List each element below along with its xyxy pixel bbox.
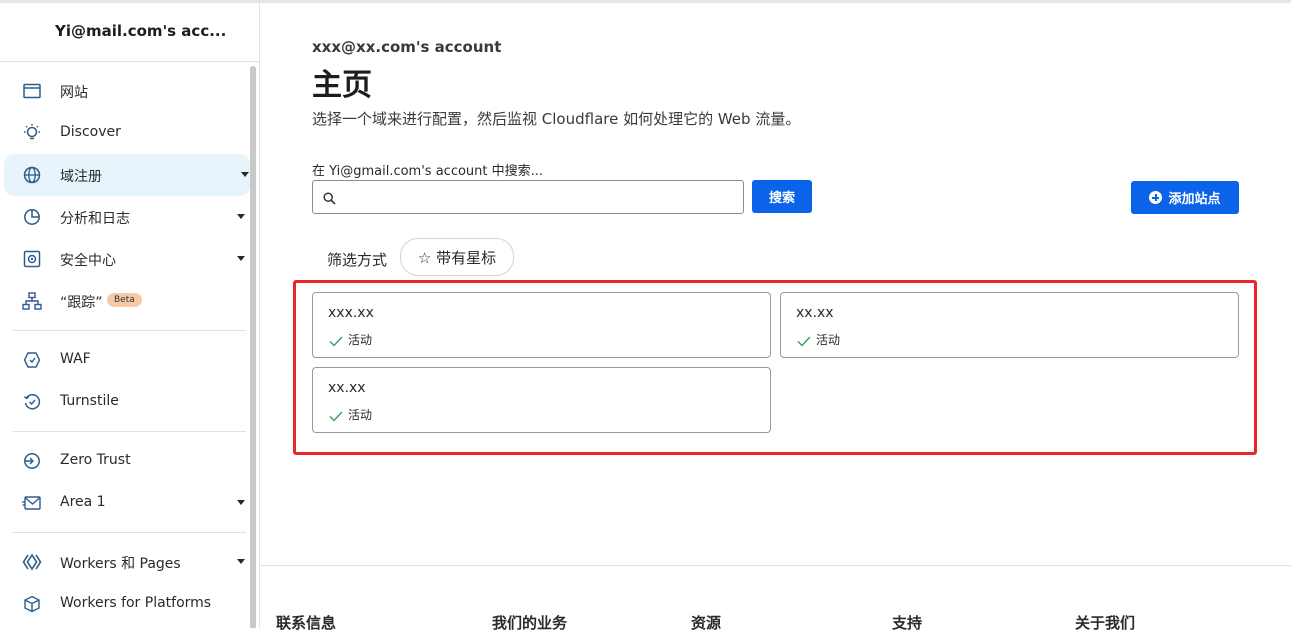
sidebar-item-label: “跟踪” [60,295,103,311]
globe-icon [22,165,42,185]
sidebar-item-label: 分析和日志 [60,211,130,227]
chevron-down-icon[interactable] [241,172,249,177]
search-button[interactable]: 搜索 [752,180,812,213]
chevron-down-icon[interactable] [237,559,245,564]
sidebar-item-domain-registration[interactable]: 域注册 [4,154,250,196]
main-content: xxx@xx.com's account 主页 选择一个域来进行配置，然后监视 … [260,3,1291,632]
site-card[interactable]: xxx.xx 活动 [312,292,771,358]
sidebar-item-label: Workers 和 Pages [60,556,181,572]
footer-heading-support: 支持 [892,614,923,632]
site-status: 活动 [816,333,841,347]
zero-trust-icon [22,451,42,471]
check-icon [329,332,343,351]
filter-label: 筛选方式 [327,251,388,269]
sidebar-item-label: Workers for Platforms [60,595,212,611]
sidebar-scrollbar[interactable] [250,66,256,628]
page-subtitle: 选择一个域来进行配置，然后监视 Cloudflare 如何处理它的 Web 流量… [312,110,801,128]
security-center-icon [22,249,42,269]
account-name: Yi@mail.com's acc... [55,22,227,40]
search-input[interactable] [343,185,737,211]
sidebar-item-label: Turnstile [60,393,119,409]
sidebar-item-label: Discover [60,124,121,140]
site-domain: xx.xx [796,305,834,321]
sidebar-item-label: WAF [60,351,91,367]
chevron-down-icon[interactable] [237,256,245,261]
search-field[interactable] [312,180,744,214]
starred-filter-chip[interactable]: ☆ 带有星标 [400,238,514,276]
lightbulb-icon [22,123,42,143]
sidebar-item-workers-platforms[interactable]: Workers for Platforms [0,583,250,625]
turnstile-icon [22,392,42,412]
sidebar-item-turnstile[interactable]: Turnstile [0,381,250,423]
search-icon [323,190,336,209]
check-icon [329,407,343,426]
site-domain: xxx.xx [328,305,374,321]
site-status: 活动 [348,408,373,422]
footer-heading-business: 我们的业务 [492,614,568,632]
workers-icon [22,552,42,572]
sidebar-item-label: Zero Trust [60,452,131,468]
sidebar-item-analytics-logs[interactable]: 分析和日志 [0,196,250,238]
sidebar-item-trace[interactable]: “跟踪” Beta [0,280,250,322]
chevron-down-icon[interactable] [237,214,245,219]
sidebar-item-label: 域注册 [60,169,102,185]
sidebar-divider [13,330,246,331]
site-card[interactable]: xx.xx 活动 [312,367,771,433]
check-icon [797,332,811,351]
envelope-icon [22,493,42,513]
browser-window-icon [22,81,42,101]
chevron-down-icon[interactable] [237,500,245,505]
footer-heading-contact: 联系信息 [276,614,337,632]
sidebar-item-waf[interactable]: WAF [0,339,250,381]
sidebar-item-area1[interactable]: Area 1 [0,482,250,524]
sitemap-icon [22,291,42,311]
starred-filter-label: ☆ 带有星标 [417,248,497,267]
shield-icon [22,350,42,370]
sidebar-item-discover[interactable]: Discover [0,112,250,154]
page-title: 主页 [312,68,372,103]
account-switcher[interactable]: Yi@mail.com's acc... [0,3,259,62]
add-site-label: 添加站点 [1168,192,1221,207]
account-title: xxx@xx.com's account [312,38,502,56]
site-status: 活动 [348,333,373,347]
sidebar-item-label: Area 1 [60,494,106,510]
cube-icon [22,594,42,614]
footer-divider [260,565,1291,566]
footer-heading-about: 关于我们 [1075,614,1136,632]
add-site-button[interactable]: 添加站点 [1131,181,1239,214]
plus-circle-icon [1149,191,1163,204]
sidebar-divider [13,532,246,533]
sidebar-nav: 网站 Discover 域注册 分析和日志 安全中心 “跟踪” Beta WAF… [0,70,250,625]
footer-heading-resources: 资源 [691,614,722,632]
sidebar-item-security-center[interactable]: 安全中心 [0,238,250,280]
sidebar-item-label: 网站 [60,85,88,101]
sidebar: Yi@mail.com's acc... 网站 Discover 域注册 分析和… [0,3,260,628]
sidebar-item-workers-pages[interactable]: Workers 和 Pages [0,541,250,583]
site-domain: xx.xx [328,380,366,396]
sidebar-divider [13,431,246,432]
beta-badge: Beta [107,293,142,307]
sidebar-item-websites[interactable]: 网站 [0,70,250,112]
sidebar-item-label: 安全中心 [60,253,116,269]
pie-chart-icon [22,207,42,227]
search-label: 在 Yi@gmail.com's account 中搜索... [312,164,544,179]
sidebar-item-zero-trust[interactable]: Zero Trust [0,440,250,482]
site-card[interactable]: xx.xx 活动 [780,292,1239,358]
